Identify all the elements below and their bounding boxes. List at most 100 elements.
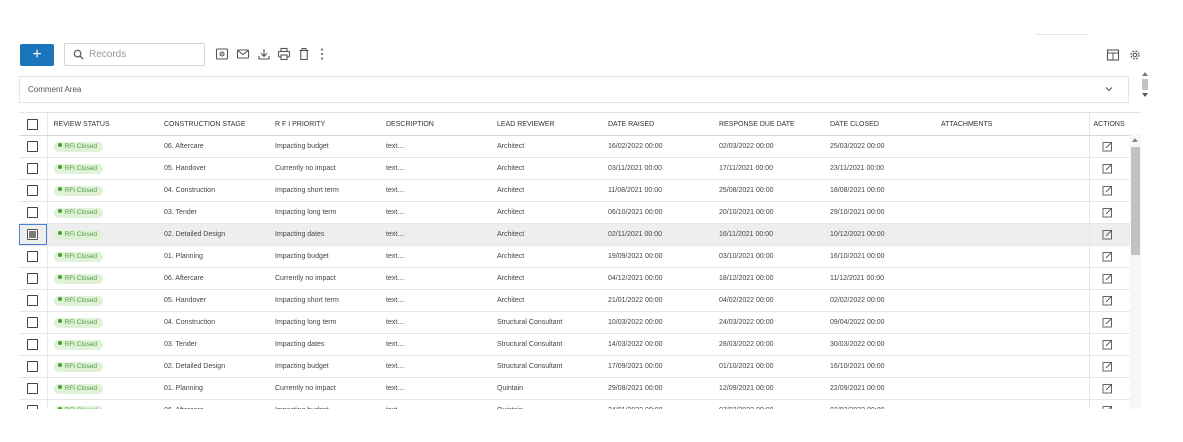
edit-icon[interactable] (1102, 163, 1113, 174)
row-select-cell[interactable] (19, 333, 48, 356)
edit-icon[interactable] (1102, 361, 1113, 372)
column-header[interactable]: ATTACHMENTS (935, 112, 1089, 136)
row-checkbox[interactable] (27, 339, 39, 350)
cell-due: 07/02/2022 00:00 (713, 399, 824, 409)
row-checkbox[interactable] (27, 361, 39, 372)
table-row[interactable]: RFI Closed 01. Planning Currently no impac… (19, 377, 1141, 400)
row-select-cell[interactable] (19, 399, 48, 409)
edit-icon[interactable] (1102, 317, 1113, 328)
edit-icon[interactable] (1102, 383, 1113, 394)
settings-button[interactable] (1128, 48, 1142, 62)
table-row[interactable]: RFI Closed 06. AftercareImpacting budgett… (19, 399, 1141, 409)
row-checkbox[interactable] (27, 383, 39, 394)
table-row[interactable]: RFI Closed 05. Handover Impacting short te… (19, 289, 1141, 312)
view-button[interactable] (215, 47, 229, 61)
row-checkbox[interactable] (27, 185, 39, 196)
delete-button[interactable] (297, 47, 311, 61)
more-options-button[interactable] (319, 47, 325, 61)
table-row[interactable]: RFI Closed 04. Construction Impacting long… (19, 311, 1141, 334)
table-row[interactable]: RFI Closed 04. Construction Impacting shor… (19, 179, 1141, 202)
status-badge: RFI Closed (53, 163, 104, 174)
row-checkbox[interactable] (27, 141, 39, 152)
scroll-down-arrow[interactable] (1142, 93, 1148, 97)
row-select-cell[interactable] (19, 135, 48, 158)
row-select-cell[interactable] (19, 223, 48, 246)
edit-icon[interactable] (1102, 141, 1113, 152)
column-header[interactable]: DATE RAISED (602, 112, 713, 136)
search-box[interactable] (64, 43, 205, 66)
table-row[interactable]: RFI Closed 03. Tender Impacting dates text.… (19, 333, 1141, 356)
cell-reviewer: Architect (491, 245, 602, 268)
cell-closed: 16/10/2021 00:00 (824, 355, 935, 378)
table-scrollbar[interactable] (1130, 134, 1141, 409)
comment-area[interactable]: Comment Area (19, 76, 1129, 103)
row-checkbox[interactable] (27, 295, 39, 306)
column-header[interactable]: DESCRIPTION (380, 112, 491, 136)
row-select-cell[interactable] (19, 245, 48, 268)
edit-icon[interactable] (1102, 185, 1113, 196)
table-row[interactable]: RFI Closed 03. Tender Impacting long term t… (19, 201, 1141, 224)
status-badge: RFI Closed (53, 185, 104, 196)
column-header[interactable]: REVIEW STATUS (47, 112, 158, 136)
row-checkbox[interactable] (27, 317, 39, 328)
edit-icon[interactable] (1102, 273, 1113, 284)
cell-stage: 02. Detailed Design (158, 223, 269, 246)
row-checkbox[interactable] (27, 229, 39, 240)
search-input[interactable] (89, 47, 199, 62)
row-select-cell[interactable] (19, 267, 48, 290)
cell-attachments (935, 201, 1089, 224)
select-all-cell[interactable] (19, 112, 48, 136)
column-header[interactable]: R F I PRIORITY (269, 112, 380, 136)
column-header[interactable]: LEAD REVIEWER (491, 112, 602, 136)
row-select-cell[interactable] (19, 355, 48, 378)
status-badge: RFI Closed (53, 405, 104, 409)
add-record-button[interactable]: + (20, 44, 54, 66)
cell-raised: 06/10/2021 00:00 (602, 201, 713, 224)
print-button[interactable] (277, 47, 291, 61)
row-select-cell[interactable] (19, 157, 48, 180)
scroll-up-arrow[interactable] (1142, 72, 1148, 76)
scroll-up-arrow[interactable] (1132, 138, 1138, 142)
download-button[interactable] (257, 47, 271, 61)
table-row[interactable]: RFI Closed 06. AftercareImpacting budgett… (19, 135, 1141, 158)
row-select-cell[interactable] (19, 377, 48, 400)
row-select-cell[interactable] (19, 201, 48, 224)
edit-icon[interactable] (1102, 251, 1113, 262)
status-badge: RFI Closed (53, 361, 104, 372)
status-cell: RFI Closed (47, 135, 158, 158)
table-row[interactable]: RFI Closed 05. Handover Currently no impac… (19, 157, 1141, 180)
comment-scrollbar[interactable] (1140, 68, 1150, 101)
column-header[interactable]: DATE CLOSED (824, 112, 935, 136)
cell-priority: Impacting budget (269, 355, 380, 378)
cell-stage: 06. Aftercare (158, 267, 269, 290)
chevron-down-icon[interactable] (1104, 84, 1114, 94)
edit-icon[interactable] (1102, 339, 1113, 350)
edit-icon[interactable] (1102, 229, 1113, 240)
row-checkbox[interactable] (27, 273, 39, 284)
edit-icon[interactable] (1102, 405, 1113, 409)
row-checkbox[interactable] (27, 163, 39, 174)
select-all-checkbox[interactable] (27, 118, 39, 130)
row-checkbox[interactable] (27, 405, 39, 409)
cell-attachments (935, 399, 1089, 409)
row-checkbox[interactable] (27, 207, 39, 218)
cell-raised: 29/08/2021 00:00 (602, 377, 713, 400)
columns-button[interactable] (1106, 48, 1120, 62)
table-row[interactable]: RFI Closed 06. Aftercare Currently no impa… (19, 267, 1141, 290)
edit-icon[interactable] (1102, 207, 1113, 218)
column-header[interactable]: RESPONSE DUE DATE (713, 112, 824, 136)
scroll-thumb[interactable] (1142, 79, 1148, 90)
table-row[interactable]: RFI Closed 02. Detailed Design Impacting d… (19, 223, 1141, 246)
status-dot (57, 384, 62, 389)
row-select-cell[interactable] (19, 289, 48, 312)
scroll-thumb[interactable] (1131, 147, 1140, 255)
table-row[interactable]: RFI Closed 01. Planning Impacting budget te… (19, 245, 1141, 268)
column-header[interactable]: CONSTRUCTION STAGE (158, 112, 269, 136)
row-select-cell[interactable] (19, 179, 48, 202)
cell-attachments (935, 355, 1089, 378)
table-row[interactable]: RFI Closed 02. Detailed Design Impacting b… (19, 355, 1141, 378)
email-button[interactable] (236, 47, 250, 61)
edit-icon[interactable] (1102, 295, 1113, 306)
row-select-cell[interactable] (19, 311, 48, 334)
row-checkbox[interactable] (27, 251, 39, 262)
